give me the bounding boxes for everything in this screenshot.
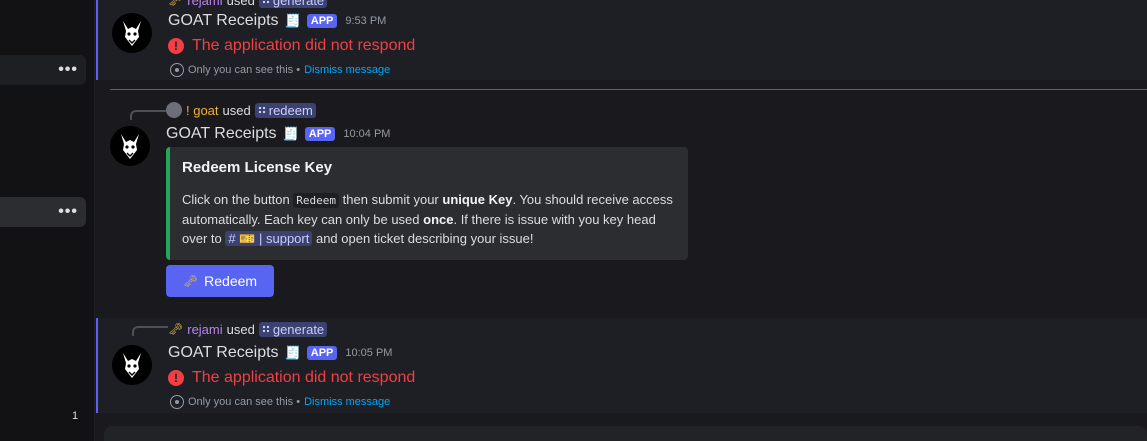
- desc-bold: unique Key: [442, 192, 513, 207]
- timestamp[interactable]: 10:05 PM: [345, 347, 392, 359]
- eye-icon: [170, 63, 184, 77]
- receipt-emoji: 🧾: [284, 345, 301, 360]
- timestamp[interactable]: 9:53 PM: [345, 15, 386, 27]
- key-icon: 🗝: [182, 274, 199, 288]
- more-options-icon[interactable]: •••: [58, 204, 78, 220]
- more-options-icon[interactable]: •••: [58, 62, 78, 78]
- bot-name[interactable]: GOAT Receipts: [168, 344, 279, 362]
- key-icon: 🗝: [168, 0, 184, 7]
- channel-mention[interactable]: # 🎫 | support: [225, 231, 313, 246]
- dismiss-message-link[interactable]: Dismiss message: [304, 396, 390, 408]
- app-tag: APP: [304, 127, 336, 141]
- reply-username[interactable]: rejami: [187, 322, 222, 337]
- chat-area: 🗝 rejami used generate GOAT Receipts 🧾 A…: [96, 0, 1147, 414]
- slash-command[interactable]: generate: [258, 0, 328, 8]
- desc-text: and open ticket describing your issue!: [312, 231, 534, 246]
- command-name: generate: [272, 321, 325, 337]
- error-icon: !: [168, 370, 184, 386]
- ephemeral-note: Only you can see this • Dismiss message: [170, 395, 390, 409]
- goat-logo-icon: [123, 353, 141, 378]
- reply-used-label: used: [226, 0, 255, 8]
- new-messages-divider: [110, 89, 1147, 90]
- error-message: ! The application did not respond: [168, 369, 415, 387]
- redeem-button[interactable]: 🗝 Redeem: [166, 265, 274, 297]
- reply-spine: [130, 110, 166, 120]
- message-header: GOAT Receipts 🧾 APP 10:04 PM: [166, 124, 390, 144]
- receipt-emoji: 🧾: [284, 13, 301, 28]
- command-name: redeem: [268, 102, 313, 118]
- error-text: The application did not respond: [192, 37, 416, 54]
- bot-avatar[interactable]: [110, 126, 150, 166]
- user-avatar[interactable]: [166, 102, 182, 118]
- error-message: ! The application did not respond: [168, 37, 415, 55]
- bot-message: ! goat used redeem GOAT Receipts 🧾 APP 1…: [96, 96, 1147, 308]
- bot-name[interactable]: GOAT Receipts: [166, 125, 277, 143]
- reply-used-label: used: [226, 321, 255, 337]
- embed-description: Click on the button Redeem then submit y…: [182, 190, 676, 248]
- desc-bold: once: [423, 212, 454, 227]
- ephemeral-message: 🗝 rejami used generate GOAT Receipts 🧾 A…: [96, 0, 1147, 80]
- sidebar-item-selected[interactable]: •••: [0, 197, 86, 227]
- reply-used-label: used: [222, 102, 251, 118]
- key-icon: 🗝: [168, 322, 184, 336]
- sidebar-item[interactable]: •••: [0, 55, 86, 85]
- dismiss-message-link[interactable]: Dismiss message: [304, 64, 390, 76]
- desc-text: Click on the button: [182, 192, 294, 207]
- message-header: GOAT Receipts 🧾 APP 9:53 PM: [168, 11, 386, 31]
- command-icon: [261, 325, 270, 333]
- channel-sidebar: ••• ••• 1: [0, 0, 95, 441]
- reply-context[interactable]: ! goat used redeem: [166, 102, 316, 118]
- ephemeral-message: 🗝 rejami used generate GOAT Receipts 🧾 A…: [96, 318, 1147, 413]
- command-name: generate: [272, 0, 325, 8]
- receipt-emoji: 🧾: [282, 126, 299, 141]
- desc-text: then submit your: [339, 192, 443, 207]
- command-icon: [261, 0, 270, 4]
- command-icon: [257, 106, 266, 114]
- embed-card: Redeem License Key Click on the button R…: [166, 147, 688, 260]
- bot-avatar[interactable]: [112, 345, 152, 385]
- ephemeral-note: Only you can see this • Dismiss message: [170, 63, 390, 77]
- goat-logo-icon: [123, 21, 141, 46]
- reply-username[interactable]: rejami: [187, 0, 222, 8]
- inline-code: Redeem: [293, 193, 340, 208]
- bot-avatar[interactable]: [112, 13, 152, 53]
- message-header: GOAT Receipts 🧾 APP 10:05 PM: [168, 343, 392, 363]
- error-icon: !: [168, 38, 184, 54]
- error-text: The application did not respond: [192, 369, 416, 386]
- reply-username[interactable]: ! goat: [186, 103, 219, 118]
- reply-spine: [132, 326, 168, 336]
- unread-badge: 1: [72, 410, 79, 422]
- reply-context[interactable]: 🗝 rejami used generate: [168, 0, 328, 8]
- slash-command[interactable]: generate: [258, 321, 328, 337]
- bot-name[interactable]: GOAT Receipts: [168, 12, 279, 30]
- eye-icon: [170, 395, 184, 409]
- ephemeral-label: Only you can see this •: [188, 64, 301, 76]
- app-tag: APP: [306, 346, 338, 360]
- redeem-button-label: Redeem: [204, 273, 258, 289]
- embed-title: Redeem License Key: [182, 159, 333, 176]
- timestamp[interactable]: 10:04 PM: [343, 128, 390, 140]
- reply-context[interactable]: 🗝 rejami used generate: [168, 321, 328, 337]
- ephemeral-label: Only you can see this •: [188, 396, 301, 408]
- message-input[interactable]: [104, 426, 1147, 441]
- slash-command[interactable]: redeem: [254, 102, 316, 118]
- goat-logo-icon: [121, 134, 139, 159]
- app-tag: APP: [306, 14, 338, 28]
